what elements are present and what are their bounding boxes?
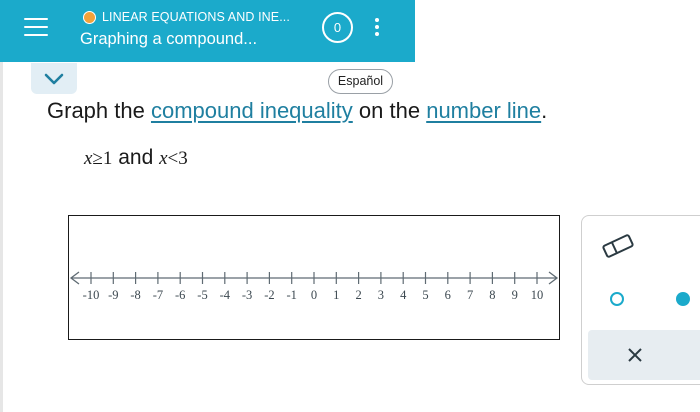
variable: x bbox=[159, 148, 168, 169]
left-edge-bar bbox=[0, 62, 3, 412]
number-line-svg[interactable]: -10 -9 -8 -7 -6 -5 -4 -3 -2 -1 0 1 2 3 4 5 6 7 8 9 10 bbox=[69, 216, 559, 338]
relation-symbol: < bbox=[167, 148, 179, 169]
chevron-down-icon bbox=[44, 73, 64, 85]
graph-tools-panel bbox=[581, 215, 700, 385]
tick-label: 8 bbox=[489, 288, 495, 302]
tick-label: 10 bbox=[531, 288, 544, 302]
prompt-text: on the bbox=[358, 98, 421, 123]
closed-circle-icon[interactable] bbox=[676, 292, 690, 306]
tick-label: 9 bbox=[512, 288, 518, 302]
menu-icon[interactable] bbox=[24, 18, 48, 38]
tick-label: -10 bbox=[83, 288, 100, 302]
tick-label: 5 bbox=[422, 288, 428, 302]
collapse-button[interactable] bbox=[31, 63, 77, 94]
tick-label: 4 bbox=[400, 288, 407, 302]
tick-label: 1 bbox=[333, 288, 339, 302]
eraser-icon[interactable] bbox=[600, 232, 636, 260]
bound-value: 3 bbox=[178, 148, 188, 169]
prompt-period: . bbox=[541, 98, 548, 123]
prompt-text: Graph the bbox=[47, 98, 145, 123]
tick-label: -1 bbox=[286, 288, 296, 302]
question-prompt: Graph the compound inequality on the num… bbox=[47, 98, 547, 124]
clear-button[interactable] bbox=[588, 330, 700, 380]
tick-label: -4 bbox=[220, 288, 231, 302]
tick-label: -5 bbox=[197, 288, 207, 302]
glossary-link-compound-inequality[interactable]: compound inequality bbox=[151, 98, 353, 123]
score-ring[interactable]: 0 bbox=[322, 12, 353, 43]
tick-label: -8 bbox=[130, 288, 140, 302]
tick-label: 7 bbox=[467, 288, 473, 302]
number-line-graph[interactable]: -10 -9 -8 -7 -6 -5 -4 -3 -2 -1 0 1 2 3 4 5 6 7 8 9 10 bbox=[68, 215, 560, 340]
tick-label: -2 bbox=[264, 288, 274, 302]
open-circle-icon[interactable] bbox=[610, 292, 624, 306]
tick-label: 0 bbox=[311, 288, 317, 302]
inequality-expression: x≥1 and x<3 bbox=[84, 146, 188, 170]
tick-label: 2 bbox=[355, 288, 361, 302]
more-icon[interactable] bbox=[371, 16, 383, 38]
bound-value: 1 bbox=[102, 148, 113, 169]
tick-label: -6 bbox=[175, 288, 185, 302]
topic-title[interactable]: LINEAR EQUATIONS AND INE... bbox=[102, 10, 290, 24]
lesson-title[interactable]: Graphing a compound... bbox=[80, 30, 257, 49]
tick-label: -3 bbox=[242, 288, 252, 302]
tick-label: -9 bbox=[108, 288, 118, 302]
tick-label: 6 bbox=[445, 288, 451, 302]
progress-status-dot bbox=[83, 11, 96, 24]
conjunction: and bbox=[118, 146, 154, 169]
language-toggle-button[interactable]: Español bbox=[328, 69, 393, 94]
close-icon bbox=[628, 348, 642, 362]
lesson-header: LINEAR EQUATIONS AND INE... Graphing a c… bbox=[0, 0, 415, 62]
tick-label: -7 bbox=[153, 288, 163, 302]
tick-label: 3 bbox=[378, 288, 384, 302]
glossary-link-number-line[interactable]: number line bbox=[426, 98, 541, 123]
relation-symbol: ≥ bbox=[92, 148, 103, 169]
